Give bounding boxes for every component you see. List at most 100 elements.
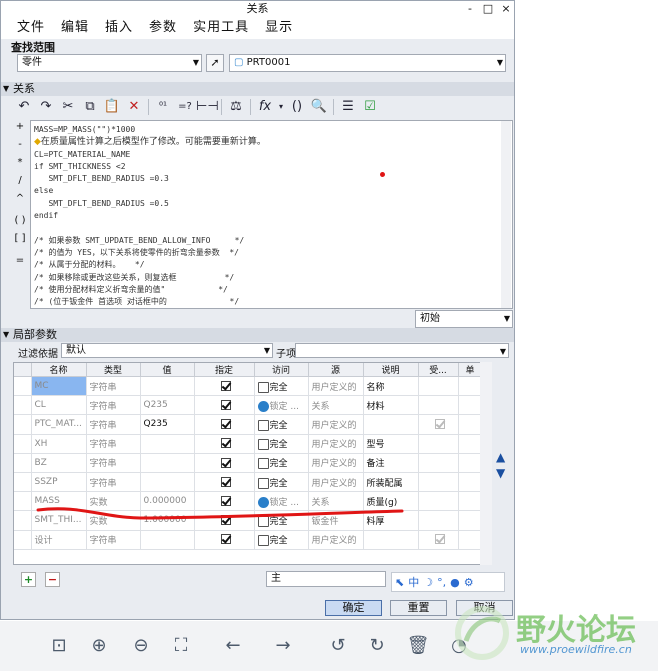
- restricted-cell[interactable]: [418, 376, 459, 397]
- param-value-cell[interactable]: [140, 376, 195, 397]
- relations-editor[interactable]: MASS=MP_MASS("")*1000 ◆在质量属性计算之后模型作了修改。可…: [30, 120, 513, 309]
- description-cell[interactable]: 料厚: [363, 510, 419, 531]
- row-header-cell[interactable]: [14, 472, 32, 493]
- relations-section-header[interactable]: ▼ 关系: [1, 82, 514, 96]
- param-type-cell[interactable]: 字符串: [86, 472, 141, 493]
- col-designated[interactable]: 指定: [194, 363, 255, 377]
- param-value-cell[interactable]: [140, 434, 195, 454]
- param-name-cell[interactable]: PTC_MAT...: [31, 414, 87, 435]
- minimize-button[interactable]: -: [461, 1, 479, 17]
- restricted-cell[interactable]: [418, 510, 459, 531]
- designated-checkbox[interactable]: [220, 438, 231, 449]
- evaluate-icon[interactable]: =?: [174, 97, 196, 117]
- table-row[interactable]: SMT_THI... 实数 1.000000 完全 钣金件 料厚: [14, 510, 483, 531]
- designated-checkbox[interactable]: [220, 534, 231, 545]
- equals-button[interactable]: =: [13, 254, 27, 268]
- designated-checkbox[interactable]: [220, 380, 231, 391]
- source-cell[interactable]: 用户定义的: [308, 472, 364, 493]
- units-cell[interactable]: [458, 472, 483, 493]
- ok-button[interactable]: 确定: [325, 600, 382, 616]
- description-cell[interactable]: 所装配属: [363, 472, 419, 493]
- slideshow-icon[interactable]: ⛶: [168, 633, 194, 659]
- table-row[interactable]: PTC_MAT... 字符串 Q235 完全 用户定义的: [14, 414, 483, 435]
- move-down-icon[interactable]: ▼: [496, 466, 505, 480]
- designated-checkbox[interactable]: [220, 495, 231, 506]
- menu-display[interactable]: 显示: [257, 17, 301, 39]
- param-name-cell[interactable]: MC: [31, 376, 87, 397]
- next-arrow-icon[interactable]: →: [270, 633, 296, 659]
- row-header-cell[interactable]: [14, 510, 32, 531]
- designated-checkbox[interactable]: [220, 419, 231, 430]
- access-cell[interactable]: 锁定 ...: [254, 395, 309, 416]
- scope-type-select[interactable]: 零件 ▼: [17, 54, 202, 72]
- designated-checkbox[interactable]: [220, 476, 231, 487]
- param-type-cell[interactable]: 字符串: [86, 434, 141, 454]
- description-cell[interactable]: 材料: [363, 395, 419, 416]
- restricted-cell[interactable]: [418, 395, 459, 416]
- description-cell[interactable]: 备注: [363, 453, 419, 473]
- access-cell[interactable]: 完全: [254, 530, 309, 550]
- divide-operator-button[interactable]: /: [13, 174, 27, 188]
- param-name-cell[interactable]: SMT_THI...: [31, 510, 87, 531]
- col-units[interactable]: 单: [458, 363, 483, 377]
- source-cell[interactable]: 关系: [308, 395, 364, 416]
- col-restricted[interactable]: 受...: [418, 363, 459, 377]
- param-value-cell[interactable]: [140, 472, 195, 493]
- function-dropdown-icon[interactable]: ▾: [276, 97, 286, 117]
- source-cell[interactable]: 用户定义的: [308, 434, 364, 454]
- units-cell[interactable]: [458, 491, 483, 512]
- row-header-cell[interactable]: [14, 395, 32, 416]
- designated-cell[interactable]: [194, 453, 255, 473]
- designated-cell[interactable]: [194, 472, 255, 493]
- param-value-cell[interactable]: 1.000000: [140, 510, 195, 531]
- col-access[interactable]: 访问: [254, 363, 309, 377]
- units-cell[interactable]: [458, 395, 483, 416]
- description-cell[interactable]: [363, 530, 419, 550]
- restricted-cell[interactable]: [418, 434, 459, 454]
- param-value-cell[interactable]: 0.000000: [140, 491, 195, 512]
- verify-relations-icon[interactable]: ☑: [359, 97, 381, 117]
- access-cell[interactable]: 完全: [254, 453, 309, 473]
- ime-settings-icon[interactable]: ⚙: [464, 576, 474, 589]
- measure-icon[interactable]: ⊢⊣: [196, 97, 219, 117]
- rotate-left-icon[interactable]: ↺: [325, 633, 351, 659]
- param-type-cell[interactable]: 字符串: [86, 530, 141, 550]
- description-cell[interactable]: 质量(g): [363, 491, 419, 512]
- source-cell[interactable]: 用户定义的: [308, 453, 364, 473]
- description-cell[interactable]: [363, 414, 419, 435]
- cut-icon[interactable]: ✂: [57, 97, 79, 117]
- restricted-checkbox[interactable]: [434, 419, 445, 430]
- units-icon[interactable]: ⚖: [225, 97, 247, 117]
- table-row[interactable]: CL 字符串 Q235 锁定 ... 关系 材料: [14, 395, 483, 416]
- designated-cell[interactable]: [194, 530, 255, 550]
- moon-icon[interactable]: ☽: [423, 576, 433, 589]
- description-cell[interactable]: 型号: [363, 434, 419, 454]
- delete-icon[interactable]: ✕: [123, 97, 145, 117]
- param-name-cell[interactable]: 设计: [31, 530, 87, 550]
- row-header-cell[interactable]: [14, 453, 32, 473]
- units-cell[interactable]: [458, 510, 483, 531]
- access-cell[interactable]: 完全: [254, 376, 309, 397]
- subitem-select[interactable]: ▼: [295, 343, 509, 358]
- close-button[interactable]: ×: [497, 1, 515, 17]
- table-row[interactable]: SSZP 字符串 完全 用户定义的 所装配属: [14, 472, 483, 493]
- maximize-button[interactable]: □: [479, 1, 497, 17]
- restricted-checkbox[interactable]: [434, 534, 445, 545]
- param-name-cell[interactable]: MASS: [31, 491, 87, 512]
- menu-utilities[interactable]: 实用工具: [185, 17, 257, 39]
- units-select[interactable]: 初始 ▼: [415, 310, 513, 328]
- switch-dimensions-icon[interactable]: ⁰¹: [152, 97, 174, 117]
- param-type-cell[interactable]: 字符串: [86, 453, 141, 473]
- units-cell[interactable]: [458, 434, 483, 454]
- punctuation-icon[interactable]: °,: [437, 576, 446, 589]
- model-select[interactable]: ▢ PRT0001 ▼: [229, 54, 506, 72]
- plus-operator-button[interactable]: +: [13, 120, 27, 134]
- restricted-cell[interactable]: [418, 472, 459, 493]
- copy-icon[interactable]: ⧉: [79, 97, 101, 117]
- param-type-cell[interactable]: 字符串: [86, 395, 141, 416]
- table-row[interactable]: MC 字符串 完全 用户定义的 名称: [14, 376, 483, 397]
- access-cell[interactable]: 完全: [254, 510, 309, 531]
- row-header-cell[interactable]: [14, 530, 32, 550]
- designated-cell[interactable]: [194, 395, 255, 416]
- table-row[interactable]: BZ 字符串 完全 用户定义的 备注: [14, 453, 483, 473]
